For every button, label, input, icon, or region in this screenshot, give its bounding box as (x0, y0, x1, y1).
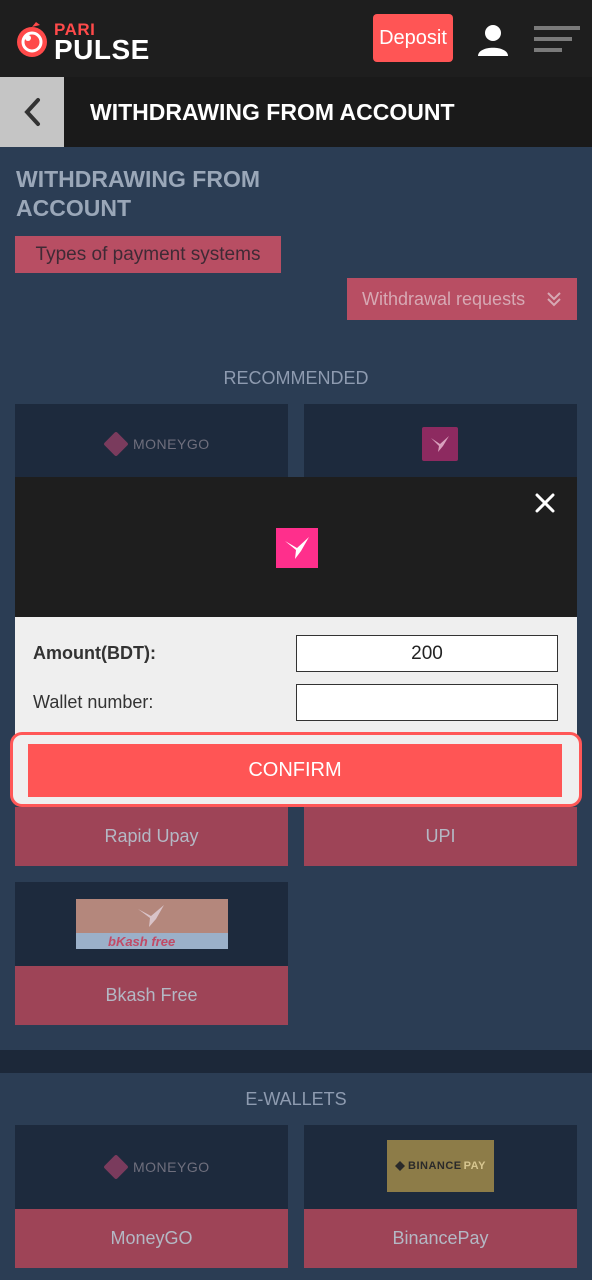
recommended-title: RECOMMENDED (223, 368, 369, 388)
user-icon[interactable] (475, 22, 511, 58)
moneygo-wallet-logo-text: MONEYGO (133, 1159, 210, 1175)
sub-header: WITHDRAWING FROM ACCOUNT (0, 77, 592, 147)
withdraw-modal-header (15, 477, 577, 617)
ewallets-section: E-WALLETS MONEYGO MoneyGO BINANCE PAY Bi… (0, 1073, 592, 1280)
deposit-button[interactable]: Deposit (373, 14, 453, 62)
bkash-free-label: Bkash Free (15, 966, 288, 1025)
amount-input[interactable]: 200 (296, 635, 558, 672)
binancepay-label: BinancePay (304, 1209, 577, 1268)
close-icon[interactable] (533, 491, 557, 515)
bird-icon (431, 436, 449, 452)
binancepay-image: BINANCE PAY (304, 1125, 577, 1209)
amount-label: Amount(BDT): (33, 643, 156, 663)
sub-header-title: WITHDRAWING FROM ACCOUNT (90, 99, 455, 125)
bird-payment-card-image (304, 404, 577, 484)
rapid-upay-card[interactable]: Rapid Upay (15, 807, 288, 866)
bird-icon (285, 537, 309, 559)
page-title: WITHDRAWING FROM ACCOUNT (16, 166, 261, 221)
menu-icon[interactable] (534, 26, 580, 52)
bkash-logo-text: bKash free (108, 934, 176, 949)
moneygo-wallet-card[interactable]: MONEYGO MoneyGO (15, 1125, 288, 1280)
binance-logo-text: BINANCE (408, 1160, 462, 1172)
moneygo-diamond-icon (103, 1154, 129, 1180)
moneygo-diamond-icon (103, 431, 129, 457)
payment-method-logo (276, 528, 318, 568)
bkash-bird-icon (138, 905, 164, 927)
bkash-logo: bKash free (76, 899, 228, 949)
moneygo-card-image: MONEYGO (15, 404, 288, 484)
bird-payment-card[interactable] (304, 404, 577, 484)
binancepay-card[interactable]: BINANCE PAY BinancePay (304, 1125, 577, 1280)
confirm-highlight: CONFIRM (10, 732, 582, 807)
moneygo-card[interactable]: MONEYGO (15, 404, 288, 484)
withdraw-modal-form: Amount(BDT): 200 Wallet number: (15, 617, 577, 737)
binance-logo: BINANCE PAY (387, 1140, 494, 1192)
withdrawal-requests-button[interactable]: Withdrawal requests (347, 278, 577, 320)
moneygo-logo: MONEYGO (103, 431, 210, 457)
moneygo-logo-text: MONEYGO (133, 436, 210, 452)
chevron-left-icon (24, 98, 40, 126)
logo-pulse-text: PULSE (54, 34, 150, 65)
upi-card[interactable]: UPI (304, 807, 577, 866)
binance-diamond-icon (395, 1161, 406, 1171)
wallet-number-input[interactable] (296, 684, 558, 721)
bird-logo (422, 427, 458, 461)
bkash-free-card[interactable]: bKash free Bkash Free (15, 882, 288, 1025)
withdrawal-requests-label: Withdrawal requests (362, 288, 526, 309)
payment-types-button[interactable]: Types of payment systems (15, 236, 281, 273)
logo-ball-icon (17, 22, 47, 57)
moneygo-wallet-logo: MONEYGO (103, 1154, 210, 1180)
moneygo-wallet-label: MoneyGO (15, 1209, 288, 1268)
binance-logo-pay-text: PAY (463, 1160, 486, 1172)
logo[interactable]: PARI PULSE (14, 16, 174, 65)
wallet-number-label: Wallet number: (33, 692, 154, 712)
back-button[interactable] (0, 77, 64, 147)
top-bar: PARI PULSE Deposit (0, 0, 592, 77)
double-chevron-down-icon (547, 292, 561, 307)
page-heading: WITHDRAWING FROM ACCOUNT Types of paymen… (0, 147, 592, 350)
moneygo-wallet-image: MONEYGO (15, 1125, 288, 1209)
ewallets-title: E-WALLETS (245, 1089, 347, 1109)
bkash-card-image: bKash free (15, 882, 288, 966)
confirm-button[interactable]: CONFIRM (28, 744, 562, 797)
